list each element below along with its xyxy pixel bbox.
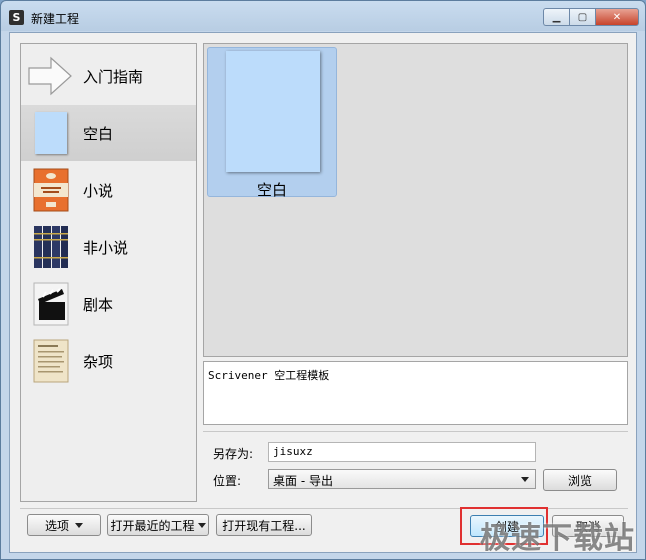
cancel-label: 取消 (575, 519, 600, 534)
title-bar[interactable]: S 新建工程 ▁ ▢ ✕ (1, 1, 645, 35)
category-label: 非小说 (83, 238, 129, 257)
books-icon (33, 225, 69, 269)
category-nonfiction[interactable]: 非小说 (21, 219, 196, 275)
arrow-icon (28, 54, 72, 98)
blank-page-icon (33, 111, 69, 155)
save-as-input[interactable]: jisuxz (268, 442, 536, 462)
category-label: 入门指南 (83, 67, 144, 86)
maximize-icon: ▢ (577, 11, 588, 23)
category-screenplay[interactable]: 剧本 (21, 276, 196, 332)
category-label: 小说 (83, 181, 114, 200)
minimize-button[interactable]: ▁ (543, 8, 569, 26)
chevron-down-icon (521, 477, 529, 482)
minimize-icon: ▁ (552, 11, 561, 23)
maximize-button[interactable]: ▢ (569, 8, 595, 26)
category-label: 杂项 (83, 352, 114, 371)
open-recent-button[interactable]: 打开最近的工程 (107, 514, 209, 536)
close-button[interactable]: ✕ (595, 8, 639, 26)
category-label: 空白 (83, 124, 114, 143)
category-label: 剧本 (83, 295, 114, 314)
blank-page-icon (226, 51, 320, 172)
template-label: 空白 (256, 181, 287, 199)
open-existing-label: 打开现有工程... (222, 518, 306, 533)
browse-label: 浏览 (567, 473, 592, 488)
category-misc[interactable]: 杂项 (21, 333, 196, 389)
chevron-down-icon (75, 522, 83, 528)
template-grid: 空白 (203, 43, 628, 357)
chevron-down-icon (197, 522, 206, 528)
divider (203, 431, 628, 432)
create-button[interactable]: 创建 (470, 515, 544, 537)
scrivener-app-icon: S (9, 10, 24, 25)
location-select[interactable]: 桌面 - 导出 (268, 469, 536, 489)
location-label: 位置: (213, 474, 242, 488)
category-blank[interactable]: 空白 (21, 105, 196, 161)
window-title: 新建工程 (31, 12, 80, 26)
dialog-body: 入门指南 空白 小说 非小说 剧本 杂项 空白 Scrivener 空工程模板 … (9, 32, 637, 556)
template-description: Scrivener 空工程模板 (203, 361, 628, 425)
cancel-button[interactable]: 取消 (552, 515, 624, 537)
novel-book-icon (33, 168, 69, 212)
clapperboard-icon (33, 282, 69, 326)
new-project-window: S 新建工程 ▁ ▢ ✕ 入门指南 空白 小说 非小说 剧本 杂项 空白 Scr… (0, 0, 646, 560)
options-button[interactable]: 选项 (27, 514, 101, 536)
location-value: 桌面 - 导出 (273, 474, 333, 488)
category-list: 入门指南 空白 小说 非小说 剧本 杂项 (20, 43, 197, 502)
document-icon (33, 339, 69, 383)
open-existing-button[interactable]: 打开现有工程... (216, 514, 312, 536)
template-blank[interactable]: 空白 (207, 47, 337, 199)
category-getting-started[interactable]: 入门指南 (21, 48, 196, 104)
browse-button[interactable]: 浏览 (543, 469, 617, 491)
save-as-label: 另存为: (213, 447, 254, 461)
close-icon: ✕ (612, 11, 622, 23)
options-label: 选项 (44, 518, 69, 533)
open-recent-label: 打开最近的工程 (110, 518, 195, 533)
category-novel[interactable]: 小说 (21, 162, 196, 218)
create-label: 创建 (494, 519, 519, 534)
